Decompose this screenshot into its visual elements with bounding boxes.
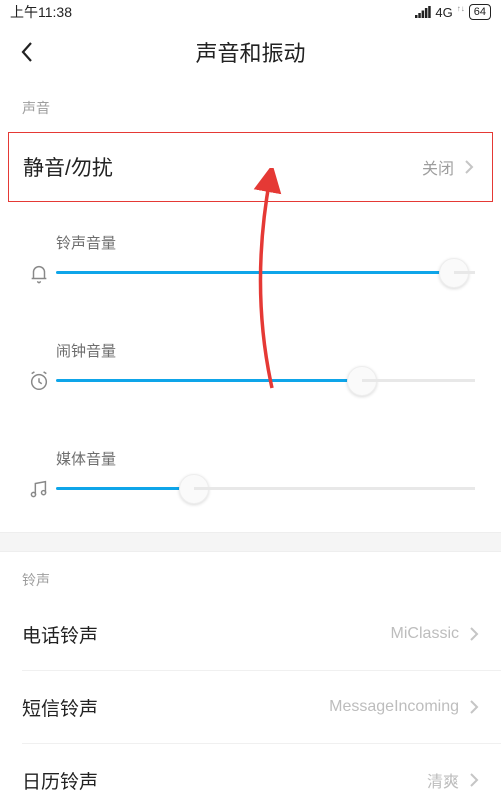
ringtone-row[interactable]: 日历铃声 清爽	[0, 744, 501, 800]
signal-icon	[415, 6, 431, 18]
row-right: 关闭	[422, 155, 474, 179]
page-title: 声音和振动	[0, 36, 501, 68]
status-right: 4G ↑↓ 64	[415, 4, 491, 20]
chevron-right-icon	[469, 699, 479, 715]
row-right: 清爽	[427, 768, 479, 792]
back-button[interactable]	[0, 24, 56, 80]
slider-thumb[interactable]	[347, 366, 377, 396]
silent-dnd-row[interactable]: 静音/勿扰 关闭	[8, 132, 493, 202]
row-right: MiClassic	[391, 625, 479, 643]
battery-badge: 64	[469, 4, 491, 20]
row-value: MessageIncoming	[329, 698, 459, 716]
slider-label: 闹钟音量	[56, 340, 475, 361]
silent-dnd-label: 静音/勿扰	[23, 152, 113, 182]
row-label: 短信铃声	[22, 694, 98, 721]
volume-slider[interactable]	[56, 271, 475, 274]
chevron-right-icon	[469, 772, 479, 788]
alarm-icon	[22, 340, 56, 392]
chevron-right-icon	[464, 159, 474, 175]
row-value: MiClassic	[391, 625, 459, 643]
section-gap	[0, 532, 501, 552]
header: 声音和振动	[0, 24, 501, 80]
slider-label: 媒体音量	[56, 448, 475, 469]
music-icon	[22, 448, 56, 500]
slider-thumb[interactable]	[179, 474, 209, 504]
volume-slider[interactable]	[56, 379, 475, 382]
slider-row-bell: 铃声音量	[0, 208, 501, 316]
section-header-ringtone: 铃声	[0, 552, 501, 598]
slider-thumb[interactable]	[439, 258, 469, 288]
bell-icon	[22, 232, 56, 284]
chevron-right-icon	[469, 626, 479, 642]
silent-dnd-value: 关闭	[422, 155, 454, 179]
row-label: 日历铃声	[22, 767, 98, 794]
row-value: 清爽	[427, 768, 459, 792]
ringtone-row[interactable]: 电话铃声 MiClassic	[0, 598, 501, 670]
slider-row-music: 媒体音量	[0, 424, 501, 532]
volume-slider[interactable]	[56, 487, 475, 490]
network-label: 4G	[435, 5, 452, 20]
row-right: MessageIncoming	[329, 698, 479, 716]
chevron-left-icon	[19, 40, 37, 64]
status-time: 上午11:38	[10, 2, 72, 22]
section-header-sound: 声音	[0, 80, 501, 126]
row-label: 电话铃声	[22, 621, 98, 648]
status-bar: 上午11:38 4G ↑↓ 64	[0, 0, 501, 24]
slider-label: 铃声音量	[56, 232, 475, 253]
slider-row-alarm: 闹钟音量	[0, 316, 501, 424]
ringtone-row[interactable]: 短信铃声 MessageIncoming	[0, 671, 501, 743]
